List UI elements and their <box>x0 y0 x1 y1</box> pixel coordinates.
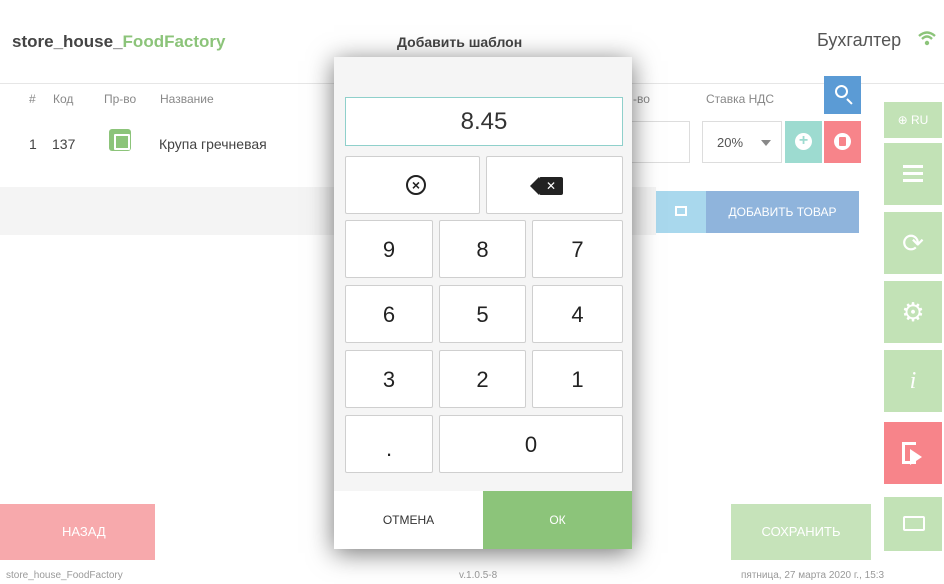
footer-app-name: store_house_FoodFactory <box>6 570 123 581</box>
trash-icon <box>834 133 851 150</box>
footer-date: пятница, 27 марта 2020 г., 15:3 <box>741 570 885 581</box>
key-1[interactable]: 1 <box>532 350 623 408</box>
brand-title: store_house_FoodFactory <box>12 32 226 51</box>
chevron-down-icon <box>761 140 771 146</box>
cancel-button[interactable]: ОТМЕНА <box>334 491 483 549</box>
plus-icon: + <box>795 133 812 150</box>
numpad-dialog: 8.45 × ✕ 9 8 7 6 5 4 3 2 1 . 0 ОТМЕНА ОК <box>334 57 632 549</box>
keyboard-button[interactable] <box>884 497 942 551</box>
col-number: # <box>29 92 36 106</box>
col-quantity: -во <box>633 92 650 106</box>
vat-select[interactable]: 20% <box>702 121 782 163</box>
backspace-button[interactable]: ✕ <box>486 156 623 214</box>
add-row-button[interactable]: + <box>785 121 822 163</box>
key-4[interactable]: 4 <box>532 285 623 343</box>
search-button[interactable] <box>824 76 861 114</box>
settings-button[interactable]: ⚙ <box>884 281 942 343</box>
menu-button[interactable] <box>884 143 942 205</box>
page-title: Добавить шаблон <box>397 34 523 50</box>
backspace-icon: ✕ <box>530 177 563 195</box>
col-name: Название <box>160 92 214 106</box>
info-button[interactable]: i <box>884 350 942 412</box>
barcode-icon <box>675 206 687 216</box>
key-dot[interactable]: . <box>345 415 433 473</box>
col-vat-rate: Ставка НДС <box>706 92 775 106</box>
key-6[interactable]: 6 <box>345 285 433 343</box>
save-button[interactable]: СОХРАНИТЬ <box>731 504 871 560</box>
key-9[interactable]: 9 <box>345 220 433 278</box>
clear-button[interactable]: × <box>345 156 480 214</box>
row-name: Крупа гречневая <box>159 136 267 152</box>
vat-value: 20% <box>717 135 744 150</box>
footer-version: v.1.0.5-8 <box>459 570 498 581</box>
row-code: 137 <box>52 136 76 152</box>
key-2[interactable]: 2 <box>439 350 526 408</box>
add-product-button[interactable]: ДОБАВИТЬ ТОВАР <box>706 191 859 233</box>
key-8[interactable]: 8 <box>439 220 526 278</box>
search-icon <box>835 85 848 98</box>
key-3[interactable]: 3 <box>345 350 433 408</box>
logout-button[interactable] <box>884 422 942 484</box>
back-button[interactable]: НАЗАД <box>0 504 155 560</box>
quantity-input[interactable] <box>628 121 690 163</box>
wifi-icon <box>918 31 936 46</box>
ok-button[interactable]: ОК <box>483 491 632 549</box>
row-number: 1 <box>29 136 37 152</box>
barcode-button[interactable] <box>656 191 706 233</box>
key-7[interactable]: 7 <box>532 220 623 278</box>
numpad-display[interactable]: 8.45 <box>345 97 623 146</box>
info-icon: i <box>909 368 917 394</box>
key-0[interactable]: 0 <box>439 415 623 473</box>
keyboard-icon <box>903 516 925 531</box>
delete-row-button[interactable] <box>824 121 861 163</box>
sync-icon: ⟳ <box>902 228 924 258</box>
language-button[interactable]: ⊕ RU <box>884 102 942 138</box>
gear-icon: ⚙ <box>901 297 925 327</box>
product-icon[interactable] <box>109 129 131 151</box>
col-producer: Пр-во <box>104 92 137 106</box>
sync-button[interactable]: ⟳ <box>884 212 942 274</box>
clear-icon: × <box>406 175 426 195</box>
col-code: Код <box>53 92 74 106</box>
key-5[interactable]: 5 <box>439 285 526 343</box>
user-role: Бухгалтер <box>817 30 902 50</box>
